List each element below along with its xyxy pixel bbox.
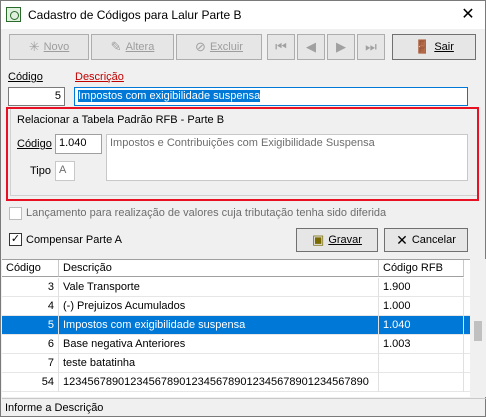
cancel-icon: ✕ [396,231,408,248]
rfb-codigo-field[interactable]: 1.040 [55,134,102,154]
lancamento-label: Lançamento para realização de valores cu… [26,207,387,219]
compensar-label: Compensar Parte A [26,234,122,246]
table-cell: 1.040 [379,316,464,335]
next-record-button[interactable]: ▶ [327,34,355,60]
last-icon: ⏭ [365,39,377,54]
rfb-tipo-field[interactable]: A [55,161,75,181]
app-icon [6,7,21,22]
lancamento-checkbox[interactable] [9,207,22,220]
descricao-selected-text: Impostos com exigibilidade suspensa [78,90,261,102]
sair-button[interactable]: 🚪 Sair [392,34,476,60]
codes-grid: Código Descrição Código RFB 3 Vale Transp… [2,259,470,397]
cancelar-button[interactable]: ✕ Cancelar [384,228,468,252]
window-title: Cadastro de Códigos para Lalur Parte B [28,8,242,22]
gravar-button[interactable]: ▣ Gravar [296,228,378,252]
close-icon[interactable]: ✕ [457,4,479,26]
delete-icon: ⊘ [195,39,206,54]
table-cell: 54 [2,373,59,392]
table-cell: (-) Prejuizos Acumulados [59,297,379,316]
rfb-descricao-field[interactable]: Impostos e Contribuições com Exigibilida… [106,134,468,181]
prev-record-button[interactable]: ◀ [297,34,325,60]
table-row[interactable]: 54 12345678901234567890123456789012345678… [2,373,470,392]
table-cell: 1.900 [379,278,464,297]
exit-door-icon: 🚪 [414,39,431,54]
compensar-checkbox[interactable]: ✓ [9,233,22,246]
table-row[interactable]: 6 Base negativa Anteriores 1.003 [2,335,470,354]
table-cell: 1.000 [379,297,464,316]
scrollbar-thumb[interactable] [474,321,482,341]
status-bar: Informe a Descrição [2,398,486,417]
altera-button[interactable]: ✎ Altera [91,34,174,60]
table-cell: 1.003 [379,335,464,354]
table-cell: Vale Transporte [59,278,379,297]
toolbar: ✳ Novo ✎ Altera ⊘ Excluir ⏮ ◀ ▶ ⏭ 🚪 Sair [9,34,477,61]
table-cell: 3 [2,278,59,297]
table-cell: 1234567890123456789012345678901234567890… [59,373,379,392]
table-cell: Base negativa Anteriores [59,335,379,354]
table-row[interactable]: 5 Impostos com exigibilidade suspensa 1.04… [2,316,470,335]
rfb-codigo-label: Código [17,138,52,150]
table-cell: 5 [2,316,59,335]
descricao-field[interactable]: Impostos com exigibilidade suspensa [74,87,468,106]
first-icon: ⏮ [275,39,287,54]
new-record-icon: ✳ [28,39,40,54]
codigo-field[interactable]: 5 [8,87,65,106]
column-header-codigo-rfb[interactable]: Código RFB [379,260,464,277]
novo-button[interactable]: ✳ Novo [9,34,89,60]
rfb-tipo-label: Tipo [30,165,51,177]
column-header-codigo[interactable]: Código [2,260,59,277]
table-cell [379,354,464,373]
table-cell [379,373,464,392]
table-row[interactable]: 3 Vale Transporte 1.900 [2,278,470,297]
table-cell: 6 [2,335,59,354]
rfb-group-legend: Relacionar a Tabela Padrão RFB - Parte B [17,114,225,126]
excluir-button[interactable]: ⊘ Excluir [176,34,262,60]
save-icon: ▣ [312,232,325,247]
table-row[interactable]: 7 teste batatinha [2,354,470,373]
table-cell: 4 [2,297,59,316]
column-header-descricao[interactable]: Descrição [59,260,379,277]
dialog-window: Cadastro de Códigos para Lalur Parte B ✕… [0,0,486,417]
edit-icon: ✎ [110,39,122,54]
table-cell: teste batatinha [59,354,379,373]
table-cell: 7 [2,354,59,373]
table-row[interactable]: 4 (-) Prejuizos Acumulados 1.000 [2,297,470,316]
prev-icon: ◀ [306,39,316,54]
next-icon: ▶ [336,39,346,54]
last-record-button[interactable]: ⏭ [357,34,385,60]
codigo-label: Código [8,71,43,83]
title-bar: Cadastro de Códigos para Lalur Parte B ✕ [1,1,485,29]
grid-scrollbar[interactable] [470,259,486,397]
descricao-label: Descrição [75,71,124,83]
checkmark-icon: ✓ [10,233,21,245]
first-record-button[interactable]: ⏮ [267,34,295,60]
table-cell: Impostos com exigibilidade suspensa [59,316,379,335]
